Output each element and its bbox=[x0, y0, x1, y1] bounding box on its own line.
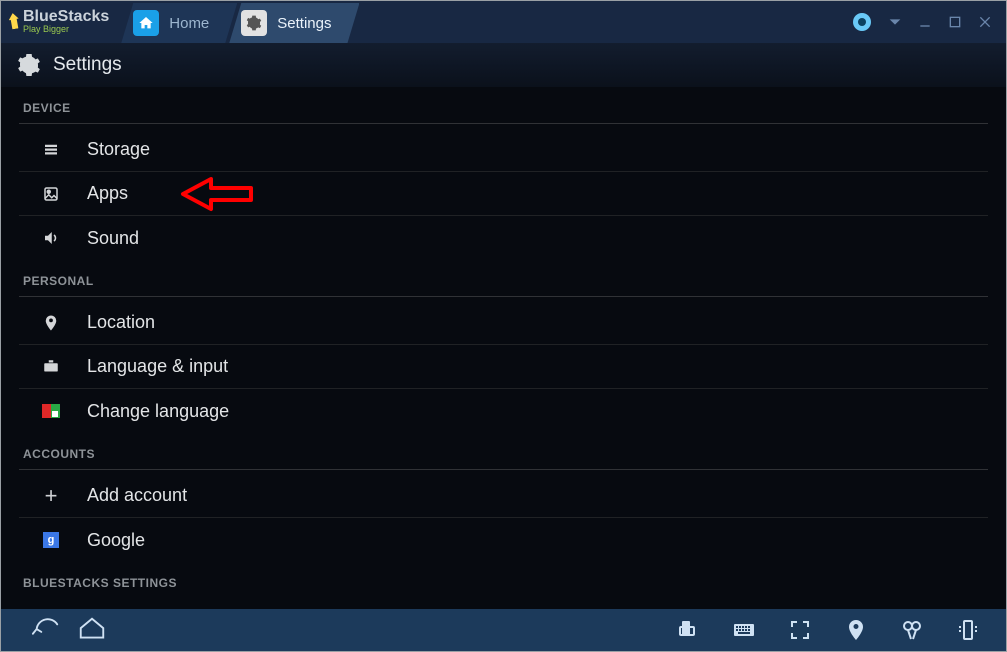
bluestacks-window: BlueStacks Play Bigger Home Settings bbox=[0, 0, 1007, 652]
section-rule bbox=[19, 123, 988, 124]
location-icon bbox=[41, 313, 61, 333]
apps-icon bbox=[41, 184, 61, 204]
nav-group bbox=[23, 613, 672, 647]
row-sound[interactable]: Sound bbox=[19, 216, 988, 260]
row-apps-label: Apps bbox=[87, 183, 988, 204]
storage-icon bbox=[41, 140, 61, 160]
maximize-button[interactable] bbox=[940, 7, 970, 37]
section-title-accounts: ACCOUNTS bbox=[19, 433, 988, 469]
home-button[interactable] bbox=[69, 613, 115, 647]
row-google-label: Google bbox=[87, 530, 988, 551]
row-location-label: Location bbox=[87, 312, 988, 333]
location-button[interactable] bbox=[840, 614, 872, 646]
row-add-account[interactable]: + Add account bbox=[19, 474, 988, 518]
fullscreen-button[interactable] bbox=[784, 614, 816, 646]
section-rule bbox=[19, 469, 988, 470]
row-add-account-label: Add account bbox=[87, 485, 988, 506]
minimize-button[interactable] bbox=[910, 7, 940, 37]
row-change-language-label: Change language bbox=[87, 401, 988, 422]
logo-tagline: Play Bigger bbox=[23, 24, 109, 34]
back-button[interactable] bbox=[23, 613, 69, 647]
settings-list[interactable]: DEVICE Storage Apps Sound PERSONAL bbox=[1, 87, 1006, 609]
page-header: Settings bbox=[1, 43, 1006, 87]
flag-icon bbox=[41, 401, 61, 421]
row-google[interactable]: g Google bbox=[19, 518, 988, 562]
row-language-input-label: Language & input bbox=[87, 356, 988, 377]
section-rule bbox=[19, 296, 988, 297]
section-title-personal: PERSONAL bbox=[19, 260, 988, 296]
section-title-bluestacks: BLUESTACKS SETTINGS bbox=[19, 562, 988, 590]
shake-button[interactable] bbox=[952, 614, 984, 646]
tab-home-label: Home bbox=[169, 15, 209, 32]
window-controls bbox=[850, 1, 1000, 43]
tab-strip: Home Settings bbox=[129, 1, 359, 43]
page-title: Settings bbox=[53, 54, 122, 76]
tool-group bbox=[672, 614, 984, 646]
bluestacks-logo[interactable]: BlueStacks Play Bigger bbox=[7, 1, 119, 43]
row-change-language[interactable]: Change language bbox=[19, 389, 988, 433]
logo-name: BlueStacks bbox=[23, 10, 109, 24]
section-title-device: DEVICE bbox=[19, 87, 988, 123]
keyboard-button[interactable] bbox=[728, 614, 760, 646]
arrow-down-icon[interactable] bbox=[880, 7, 910, 37]
keyboard-icon bbox=[41, 357, 61, 377]
plus-icon: + bbox=[41, 486, 61, 506]
title-bar: BlueStacks Play Bigger Home Settings bbox=[1, 1, 1006, 43]
settings-icon bbox=[241, 10, 267, 36]
tab-home[interactable]: Home bbox=[121, 3, 237, 43]
google-icon: g bbox=[41, 530, 61, 550]
home-icon bbox=[133, 10, 159, 36]
row-storage-label: Storage bbox=[87, 139, 988, 160]
gear-icon bbox=[17, 53, 41, 77]
screenshot-button[interactable] bbox=[896, 614, 928, 646]
row-sound-label: Sound bbox=[87, 228, 988, 249]
rotate-button[interactable] bbox=[672, 614, 704, 646]
row-apps[interactable]: Apps bbox=[19, 172, 988, 216]
bottom-toolbar bbox=[1, 609, 1006, 651]
row-language-input[interactable]: Language & input bbox=[19, 345, 988, 389]
tab-settings-label: Settings bbox=[277, 15, 331, 32]
row-storage[interactable]: Storage bbox=[19, 128, 988, 172]
close-button[interactable] bbox=[970, 7, 1000, 37]
tab-settings[interactable]: Settings bbox=[229, 3, 359, 43]
sound-icon bbox=[41, 228, 61, 248]
target-indicator-icon[interactable] bbox=[850, 7, 880, 37]
row-location[interactable]: Location bbox=[19, 301, 988, 345]
